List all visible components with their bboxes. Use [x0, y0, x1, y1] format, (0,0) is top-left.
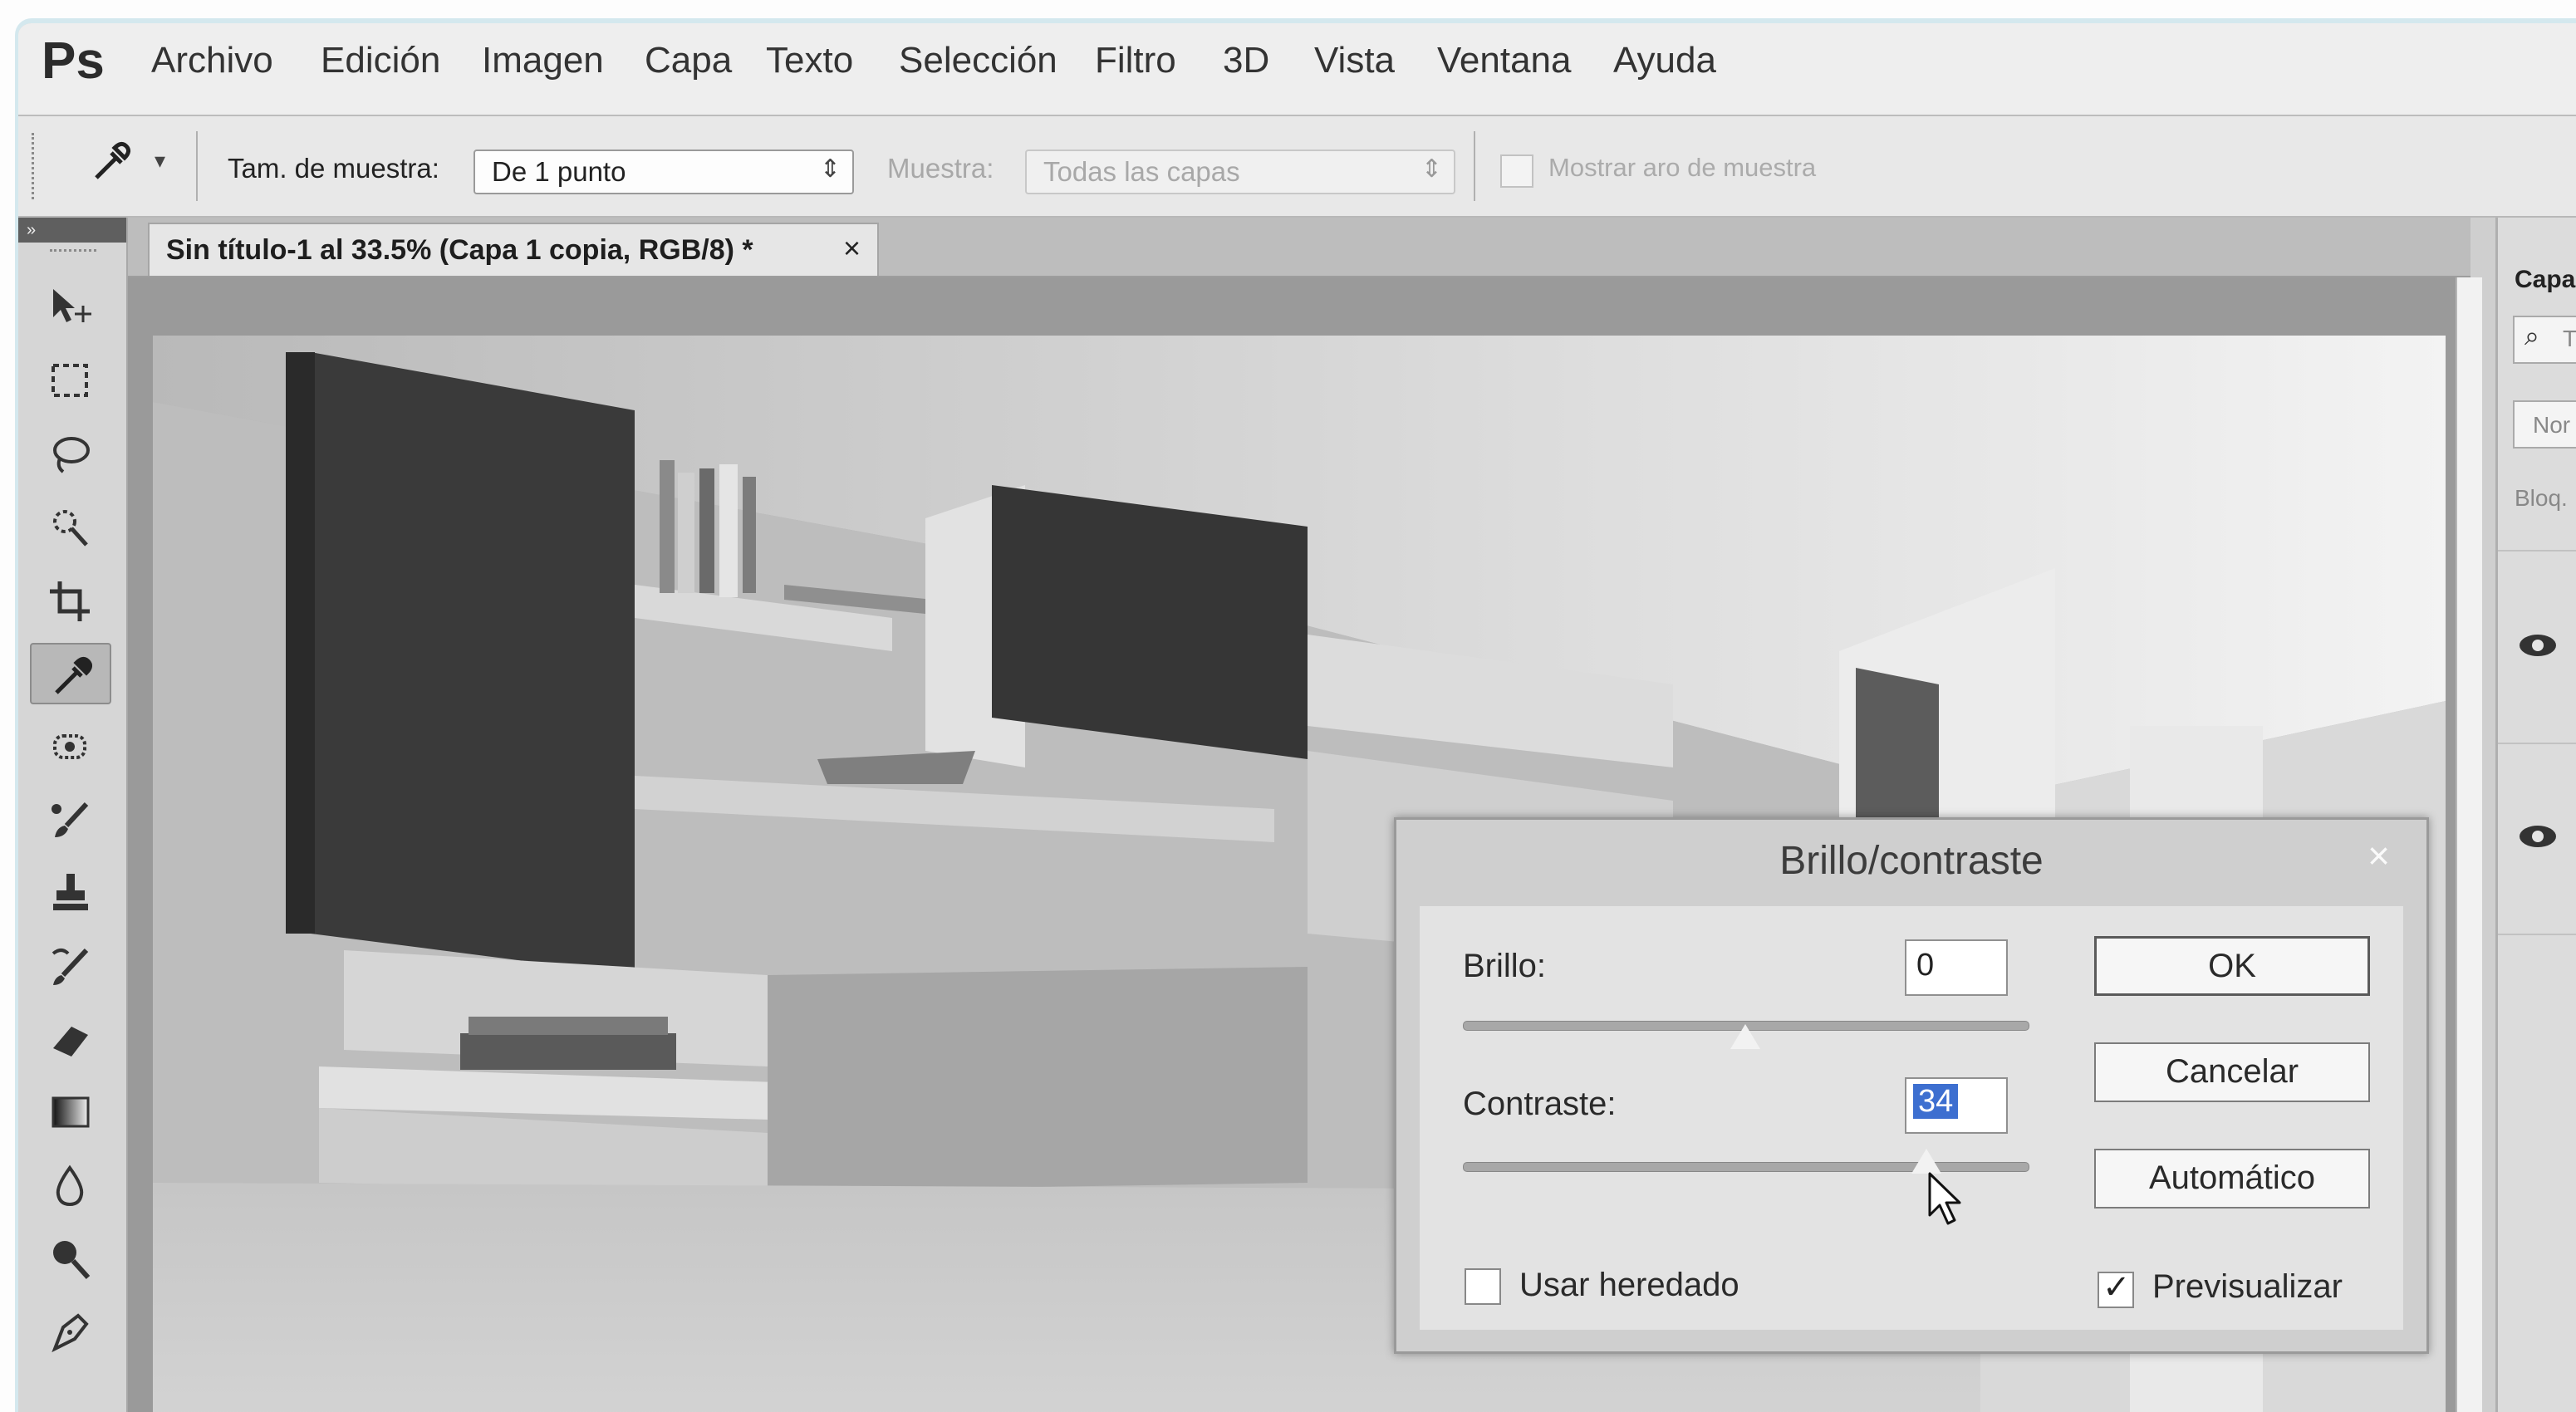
document-tab-bar: Sin título-1 al 33.5% (Capa 1 copia, RGB…	[128, 218, 2471, 277]
menu-ayuda[interactable]: Ayuda	[1613, 40, 1716, 81]
lasso-tool-icon[interactable]	[30, 424, 111, 485]
move-tool-icon[interactable]	[30, 276, 111, 337]
search-icon: ⌕	[2524, 321, 2539, 351]
document-tab[interactable]: Sin título-1 al 33.5% (Capa 1 copia, RGB…	[148, 223, 879, 276]
panel-collapse-icon[interactable]: »	[18, 218, 126, 243]
ok-button[interactable]: OK	[2094, 936, 2370, 996]
tools-panel: »	[18, 218, 128, 1412]
sample-layers-select[interactable]: Todas las capas ⇕	[1025, 150, 1455, 194]
contrast-slider-track[interactable]	[1463, 1162, 2029, 1172]
layers-panel-title[interactable]: Capa	[2515, 266, 2575, 294]
clone-stamp-tool-icon[interactable]	[30, 862, 111, 924]
eye-pupil	[2532, 640, 2544, 651]
checkmark-icon: ✓	[2103, 1269, 2131, 1306]
show-ring-checkbox[interactable]	[1500, 154, 1533, 188]
brightness-contrast-dialog: Brillo/contraste × Brillo: 0 Contraste: …	[1394, 817, 2429, 1354]
brightness-label: Brillo:	[1463, 948, 1547, 984]
menu-seleccion[interactable]: Selección	[899, 40, 1057, 81]
sample-size-label: Tam. de muestra:	[228, 153, 439, 184]
options-grip	[32, 133, 41, 199]
dialog-title: Brillo/contraste	[1779, 839, 2044, 883]
crop-tool-icon[interactable]	[30, 570, 111, 631]
menu-imagen[interactable]: Imagen	[482, 40, 604, 81]
screenshot-page: Ps Archivo Edición Imagen Capa Texto Sel…	[0, 0, 2576, 1412]
pen-tool-icon[interactable]	[30, 1301, 111, 1362]
eraser-tool-icon[interactable]	[30, 1008, 111, 1070]
eyedropper-tool-icon[interactable]	[30, 643, 111, 704]
options-separator	[196, 131, 198, 201]
preview-checkbox[interactable]: ✓	[2098, 1269, 2134, 1308]
menu-filtro[interactable]: Filtro	[1095, 40, 1176, 81]
vertical-scrollbar[interactable]	[2456, 277, 2482, 1412]
eye-pupil	[2532, 831, 2544, 842]
sample-label: Muestra:	[887, 153, 994, 184]
layers-panel: Capa ⌕ T Nor Bloq.	[2495, 218, 2576, 1412]
sample-size-value: De 1 punto	[492, 156, 626, 187]
use-legacy-checkbox[interactable]	[1465, 1268, 1501, 1305]
brightness-input[interactable]: 0	[1905, 939, 2008, 996]
menu-3d[interactable]: 3D	[1223, 40, 1269, 81]
panel-grip	[50, 249, 96, 257]
contrast-label: Contraste:	[1463, 1086, 1617, 1122]
close-icon[interactable]: ×	[2367, 833, 2390, 878]
menu-ventana[interactable]: Ventana	[1437, 40, 1572, 81]
lock-label: Bloq.	[2515, 485, 2568, 511]
options-separator	[1474, 131, 1475, 201]
marquee-tool-icon[interactable]	[30, 351, 111, 412]
preview-label: Previsualizar	[2152, 1268, 2343, 1305]
brightness-slider-thumb[interactable]	[1730, 1024, 1760, 1049]
gradient-tool-icon[interactable]	[30, 1081, 111, 1143]
dodge-tool-icon[interactable]	[30, 1228, 111, 1289]
blend-mode-value: Nor	[2533, 412, 2571, 438]
menu-capa[interactable]: Capa	[645, 40, 732, 81]
blend-mode-select[interactable]: Nor	[2513, 400, 2576, 449]
history-brush-tool-icon[interactable]	[30, 935, 111, 997]
contrast-slider-thumb[interactable]	[1911, 1149, 1941, 1174]
select-arrows-icon: ⇕	[819, 155, 841, 183]
document-tab-title: Sin título-1 al 33.5% (Capa 1 copia, RGB…	[166, 234, 753, 266]
auto-button[interactable]: Automático	[2094, 1149, 2370, 1209]
layer-filter-text: T	[2563, 326, 2576, 351]
chevron-down-icon[interactable]: ▾	[155, 148, 165, 174]
brush-tool-icon[interactable]	[30, 789, 111, 851]
use-legacy-label: Usar heredado	[1519, 1267, 1739, 1303]
photoshop-window: Ps Archivo Edición Imagen Capa Texto Sel…	[15, 18, 2576, 1412]
menu-bar: Ps Archivo Edición Imagen Capa Texto Sel…	[18, 23, 2576, 116]
show-ring-label: Mostrar aro de muestra	[1548, 153, 1817, 182]
sample-layers-value: Todas las capas	[1043, 156, 1240, 187]
menu-edicion[interactable]: Edición	[321, 40, 440, 81]
quick-selection-tool-icon[interactable]	[30, 497, 111, 558]
layer-row[interactable]	[2498, 550, 2576, 744]
cancel-button[interactable]: Cancelar	[2094, 1042, 2370, 1102]
menu-vista[interactable]: Vista	[1314, 40, 1395, 81]
menu-texto[interactable]: Texto	[766, 40, 853, 81]
contrast-input[interactable]: 34	[1905, 1077, 2008, 1134]
photoshop-logo: Ps	[42, 32, 105, 90]
visibility-eye-icon[interactable]	[2520, 826, 2556, 847]
spot-healing-tool-icon[interactable]	[30, 716, 111, 777]
select-arrows-icon: ⇕	[1420, 155, 1442, 183]
sample-size-select[interactable]: De 1 punto ⇕	[473, 150, 854, 194]
layer-filter-field[interactable]: ⌕ T	[2513, 316, 2576, 364]
blur-tool-icon[interactable]	[30, 1155, 111, 1216]
menu-archivo[interactable]: Archivo	[151, 40, 273, 81]
eyedropper-preset-icon[interactable]	[86, 136, 145, 194]
dialog-body: Brillo: 0 Contraste: 34 Usar heredado OK…	[1420, 906, 2403, 1330]
mouse-cursor-icon	[1926, 1172, 1965, 1227]
contrast-value: 34	[1913, 1084, 1959, 1119]
close-icon[interactable]: ×	[843, 231, 861, 266]
layer-row[interactable]	[2498, 743, 2576, 935]
options-bar: ▾ Tam. de muestra: De 1 punto ⇕ Muestra:…	[18, 116, 2576, 218]
visibility-eye-icon[interactable]	[2520, 635, 2556, 656]
